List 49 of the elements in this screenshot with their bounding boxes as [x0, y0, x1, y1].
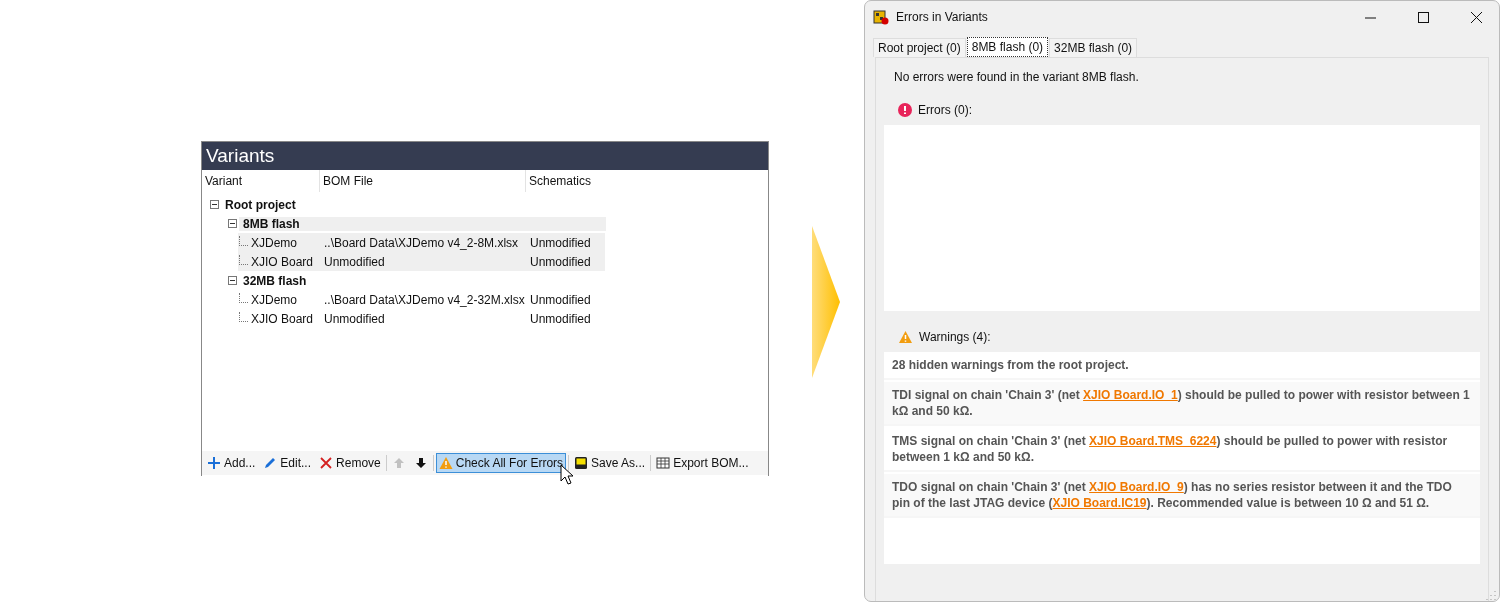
table-icon — [656, 456, 671, 470]
tree-item[interactable]: 32MB flash — [239, 273, 606, 288]
arrow-icon — [812, 226, 840, 378]
warning-icon — [438, 456, 453, 470]
section-heading: Errors (0): — [918, 103, 972, 117]
warning-icon — [898, 330, 913, 344]
table-cell-text: Unmodified — [324, 254, 386, 269]
tree-item[interactable]: XJDemo — [251, 292, 297, 307]
warning-message: TDO signal on chain 'Chain 3' (net XJIO Board.IO_9) has no series resistor between it and the TDO pin of the last JTAG device (XJIO Board.IC19). Recommended value is between 10 Ω and 51 Ω. — [884, 474, 1480, 518]
tree-item[interactable]: 8MB flash — [239, 216, 606, 231]
table-cell-text: Unmodified — [530, 292, 592, 307]
collapse-toggle[interactable] — [228, 219, 237, 228]
save-button[interactable]: Save As... — [571, 453, 649, 473]
tree-item[interactable]: XJIO Board — [251, 311, 314, 326]
pencil-icon — [263, 456, 278, 470]
column-header[interactable]: Variant — [202, 170, 320, 192]
collapse-toggle[interactable] — [210, 200, 219, 209]
check-button[interactable]: Check All For Errors — [435, 453, 567, 473]
panel-title: Variants — [202, 142, 768, 170]
summary-text: No errors were found in the variant 8MB flash. — [894, 70, 1140, 84]
table-cell-text: Unmodified — [530, 235, 592, 250]
column-header[interactable]: Schematics — [526, 170, 768, 192]
table-cell-text: ..\Board Data\XJDemo v4_2-8M.xlsx — [324, 235, 520, 250]
window-title: Errors in Variants — [896, 10, 989, 24]
plus-icon — [207, 456, 221, 470]
edit-button[interactable]: Edit... — [260, 453, 315, 473]
table-cell-text: Unmodified — [530, 254, 592, 269]
tab[interactable]: 8MB flash (0) — [966, 37, 1049, 57]
collapse-toggle[interactable] — [228, 276, 237, 285]
close-icon — [1470, 11, 1482, 23]
remove-button[interactable]: Remove — [316, 453, 384, 473]
table-cell-text: ..\Board Data\XJDemo v4_2-32M.xlsx — [324, 292, 526, 307]
table-cell-text: Unmodified — [530, 311, 592, 326]
warning-message: TDI signal on chain 'Chain 3' (net XJIO Board.IO_1) should be pulled to power with resistor between 1 kΩ and 50 kΩ. — [884, 382, 1480, 426]
tab[interactable]: Root project (0) — [873, 38, 966, 57]
tree-item[interactable]: Root project — [225, 197, 296, 212]
tree-item[interactable]: XJDemo — [251, 235, 297, 250]
table-cell-text: Unmodified — [324, 311, 386, 326]
maximize-icon — [1417, 11, 1429, 23]
error-icon — [898, 103, 912, 117]
export-button[interactable]: Export BOM... — [653, 453, 752, 473]
add-button[interactable]: Add... — [204, 453, 259, 473]
tree-item[interactable]: XJIO Board — [251, 254, 314, 269]
section-heading: Warnings (4): — [919, 330, 991, 344]
close-icon — [319, 456, 334, 470]
app-icon — [873, 9, 889, 25]
column-header[interactable]: BOM File — [320, 170, 526, 192]
tab[interactable]: 32MB flash (0) — [1049, 38, 1138, 57]
resize-grip-icon[interactable] — [1486, 590, 1496, 600]
